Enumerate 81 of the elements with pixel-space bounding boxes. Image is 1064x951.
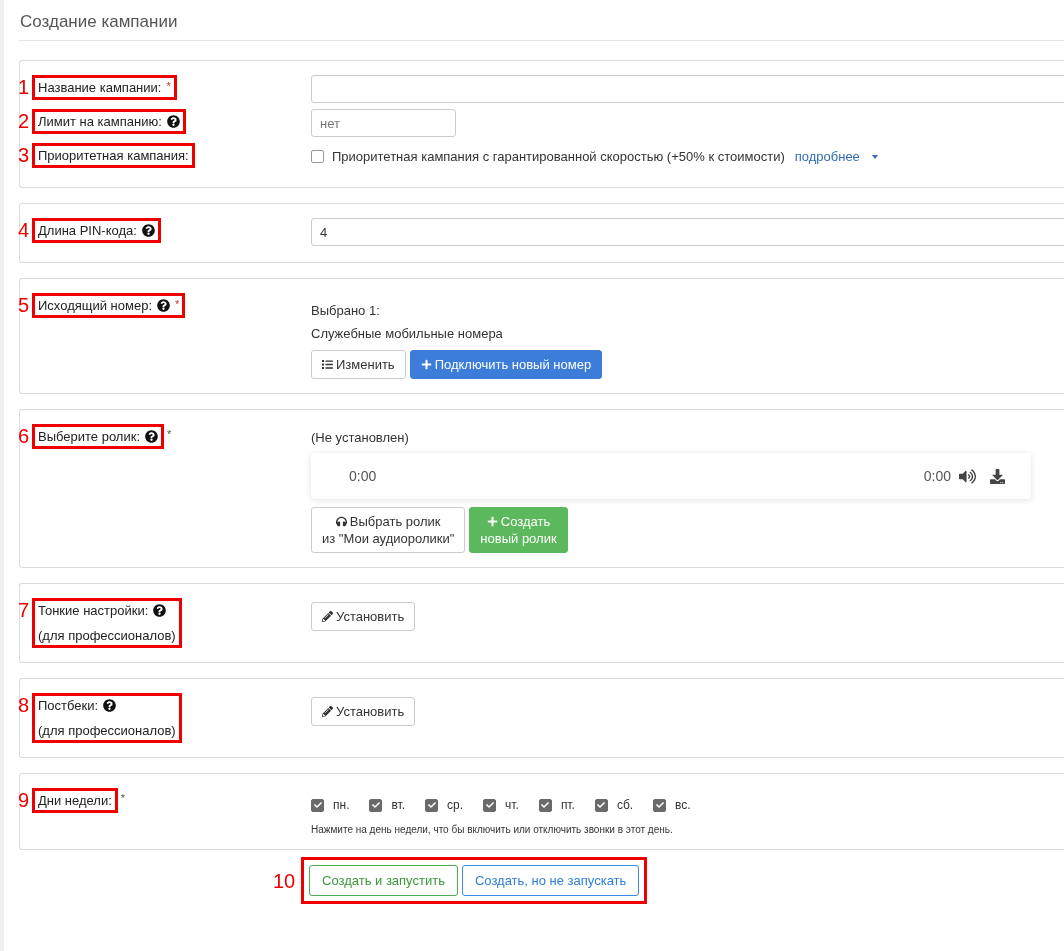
field-label: Приоритетная кампания:: [38, 148, 189, 163]
field-label: Дни недели:: [38, 793, 112, 808]
checkbox-label: Приоритетная кампания с гарантированной скоростью (+50% к стоимости): [332, 149, 785, 164]
field-sublabel: (для профессионалов): [38, 723, 176, 738]
volume-icon[interactable]: [959, 467, 976, 485]
checkbox[interactable]: [594, 798, 608, 812]
plus-icon: [486, 516, 498, 527]
submit-button[interactable]: Создать, но не запускать: [461, 865, 640, 896]
weekday-toggle[interactable]: сб.: [594, 798, 634, 812]
check-icon: [655, 801, 664, 809]
help-icon[interactable]: [141, 224, 155, 237]
field-label: Выберите ролик:: [38, 429, 140, 444]
plus-icon: [420, 359, 432, 370]
submit-button[interactable]: Создать и запустить: [309, 865, 458, 896]
annotation-number: 3: [18, 143, 31, 167]
current-time: 0:00: [349, 468, 377, 484]
text-input[interactable]: [311, 75, 1064, 103]
weekday-toggle[interactable]: ср.: [425, 798, 464, 812]
button[interactable]: Установить: [311, 697, 416, 726]
text-input[interactable]: нет: [311, 109, 456, 137]
button[interactable]: Выбрать ролик из "Мои аудиоролики": [311, 507, 466, 553]
caret-icon: [871, 154, 878, 159]
check-icon: [427, 801, 436, 809]
annotation-number: 7: [18, 598, 31, 622]
help-icon[interactable]: [103, 699, 117, 712]
annotation-number: 6: [18, 424, 31, 448]
annotation-number: 2: [18, 109, 31, 133]
selection-text: Выбрано 1:: [311, 302, 381, 320]
annotation-number: 1: [18, 75, 31, 99]
pencil-icon: [322, 706, 333, 717]
field-label: Название кампании:: [38, 80, 162, 95]
check-icon: [597, 801, 606, 809]
hint-text: Нажмите на день недели, что бы включить или отключить звонки в этот день.: [311, 824, 674, 835]
button[interactable]: Подключить новый номер: [409, 350, 603, 379]
required-mark: *: [167, 428, 172, 440]
download-icon[interactable]: [990, 468, 1005, 484]
check-icon: [541, 801, 550, 809]
weekday-toggle[interactable]: вт.: [369, 798, 406, 812]
weekday-toggle[interactable]: пт.: [538, 798, 575, 812]
audio-status: (Не установлен): [311, 430, 410, 445]
check-icon: [485, 801, 494, 809]
weekday-toggle[interactable]: чт.: [483, 798, 519, 812]
checkbox[interactable]: [369, 798, 383, 812]
annotation-number: 5: [18, 293, 31, 317]
weekday-toggle[interactable]: вс.: [653, 798, 691, 812]
annotation-number: 8: [18, 693, 31, 717]
button[interactable]: Установить: [311, 602, 416, 631]
checkbox[interactable]: [538, 798, 552, 812]
field-label: Исходящий номер:: [38, 298, 153, 313]
help-icon[interactable]: [166, 115, 180, 128]
selection-text: Служебные мобильные номера: [311, 325, 504, 343]
help-icon[interactable]: [145, 430, 158, 443]
checkbox[interactable]: [311, 798, 324, 812]
check-icon: [313, 801, 322, 809]
field-label: Постбеки:: [38, 698, 99, 713]
checkbox[interactable]: [653, 798, 667, 812]
required-mark: *: [166, 80, 171, 92]
help-icon[interactable]: [153, 604, 167, 617]
annotation-number: 9: [18, 788, 31, 812]
annotation-number: 4: [18, 218, 31, 242]
checkbox[interactable]: [311, 150, 324, 163]
text-input[interactable]: 4: [311, 218, 1064, 246]
help-icon[interactable]: [157, 299, 171, 312]
pencil-icon: [322, 611, 333, 622]
more-link[interactable]: подробнее: [794, 149, 860, 164]
field-sublabel: (для профессионалов): [38, 628, 176, 643]
weekday-toggle[interactable]: пн.: [311, 798, 350, 812]
headphones-icon: [335, 516, 347, 527]
check-icon: [371, 801, 380, 809]
checkbox[interactable]: [425, 798, 439, 812]
required-mark: *: [120, 792, 126, 804]
button[interactable]: Изменить: [311, 350, 406, 379]
page-title: Создание кампании: [19, 12, 1064, 41]
annotation-number: 10: [273, 868, 297, 893]
field-label: Тонкие настройки:: [38, 603, 149, 618]
required-mark: *: [175, 298, 180, 310]
list-icon: [322, 359, 333, 370]
field-label: Лимит на кампанию:: [38, 114, 162, 129]
field-label: Длина PIN-кода:: [38, 223, 137, 238]
checkbox[interactable]: [483, 798, 497, 812]
duration: 0:00: [923, 468, 951, 484]
